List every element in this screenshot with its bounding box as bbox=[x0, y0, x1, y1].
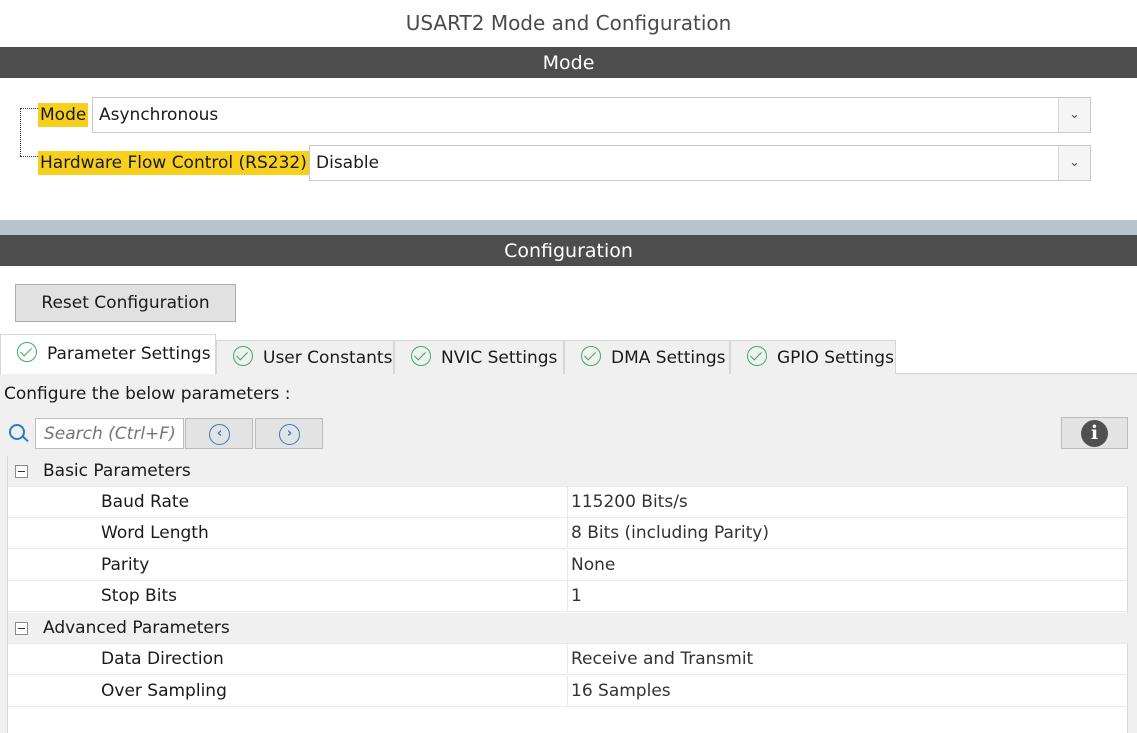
table-row[interactable]: Stop Bits 1 bbox=[8, 581, 1128, 612]
tab-label: Parameter Settings bbox=[47, 344, 211, 364]
info-icon: i bbox=[1081, 420, 1108, 447]
mode-select-value: Asynchronous bbox=[99, 105, 219, 125]
tab-label: NVIC Settings bbox=[441, 348, 558, 368]
tab-nvic-settings[interactable]: NVIC Settings bbox=[394, 340, 564, 374]
chevron-down-icon[interactable]: ⌄ bbox=[1058, 146, 1090, 180]
tab-gpio-settings[interactable]: GPIO Settings bbox=[730, 340, 896, 374]
previous-match-button[interactable]: ‹ bbox=[185, 418, 253, 449]
param-value[interactable]: Receive and Transmit bbox=[567, 644, 753, 675]
group-label: Advanced Parameters bbox=[43, 618, 230, 638]
configuration-section-header: Configuration bbox=[0, 235, 1137, 266]
parameter-settings-panel: Configure the below parameters : ‹ › i B… bbox=[0, 374, 1137, 733]
param-name: Stop Bits bbox=[101, 586, 177, 606]
tab-parameter-settings[interactable]: Parameter Settings bbox=[0, 334, 216, 374]
search-icon bbox=[9, 424, 25, 440]
group-row-advanced-parameters[interactable]: Advanced Parameters bbox=[8, 613, 1128, 644]
tree-connector-line bbox=[20, 156, 38, 157]
table-row[interactable]: Over Sampling 16 Samples bbox=[8, 676, 1128, 707]
search-input[interactable] bbox=[35, 418, 184, 449]
chevron-down-icon[interactable]: ⌄ bbox=[1058, 98, 1090, 132]
chevron-left-circle-icon: ‹ bbox=[209, 424, 230, 445]
table-row[interactable]: Data Direction Receive and Transmit bbox=[8, 644, 1128, 675]
param-name: Word Length bbox=[101, 523, 209, 543]
tab-label: User Constants bbox=[263, 348, 393, 368]
check-circle-icon bbox=[581, 346, 601, 366]
check-circle-icon bbox=[411, 346, 431, 366]
hardware-flow-control-value: Disable bbox=[316, 153, 380, 173]
mode-label: Mode bbox=[38, 103, 89, 127]
group-label: Basic Parameters bbox=[43, 461, 191, 481]
param-name: Parity bbox=[101, 555, 150, 575]
section-separator bbox=[0, 220, 1137, 235]
param-name: Baud Rate bbox=[101, 492, 190, 512]
hardware-flow-control-select[interactable]: Disable ⌄ bbox=[309, 145, 1091, 181]
panel-caption: Configure the below parameters : bbox=[4, 384, 291, 404]
tree-connector-line bbox=[20, 108, 38, 109]
check-circle-icon bbox=[233, 346, 253, 366]
tab-dma-settings[interactable]: DMA Settings bbox=[564, 340, 730, 374]
tab-user-constants[interactable]: User Constants bbox=[216, 340, 394, 374]
parameter-grid: Basic Parameters Baud Rate 115200 Bits/s… bbox=[7, 456, 1128, 733]
table-row[interactable]: Parity None bbox=[8, 550, 1128, 581]
mode-select[interactable]: Asynchronous ⌄ bbox=[92, 97, 1091, 133]
hardware-flow-control-label: Hardware Flow Control (RS232) bbox=[38, 151, 309, 175]
tab-label: DMA Settings bbox=[611, 348, 726, 368]
check-circle-icon bbox=[17, 342, 37, 362]
reset-configuration-button[interactable]: Reset Configuration bbox=[15, 284, 236, 322]
param-value[interactable]: 115200 Bits/s bbox=[567, 487, 688, 518]
chevron-right-circle-icon: › bbox=[279, 424, 300, 445]
tab-label: GPIO Settings bbox=[777, 348, 894, 368]
minus-box-icon[interactable] bbox=[15, 465, 28, 478]
check-circle-icon bbox=[747, 346, 767, 366]
param-name: Data Direction bbox=[101, 649, 224, 669]
param-value[interactable]: None bbox=[567, 550, 615, 581]
tree-connector-line bbox=[20, 108, 21, 156]
param-value[interactable]: 16 Samples bbox=[567, 676, 671, 707]
config-tab-bar: Parameter Settings User Constants NVIC S… bbox=[0, 334, 1137, 374]
param-value[interactable]: 1 bbox=[567, 581, 582, 612]
param-name: Over Sampling bbox=[101, 681, 227, 701]
info-button[interactable]: i bbox=[1061, 417, 1128, 449]
table-row[interactable]: Baud Rate 115200 Bits/s bbox=[8, 487, 1128, 518]
table-row[interactable]: Word Length 8 Bits (including Parity) bbox=[8, 518, 1128, 549]
next-match-button[interactable]: › bbox=[255, 418, 323, 449]
param-value[interactable]: 8 Bits (including Parity) bbox=[567, 518, 769, 549]
window-title: USART2 Mode and Configuration bbox=[405, 11, 732, 35]
mode-section-header: Mode bbox=[0, 47, 1137, 78]
minus-box-icon[interactable] bbox=[15, 622, 28, 635]
group-row-basic-parameters[interactable]: Basic Parameters bbox=[8, 456, 1128, 487]
